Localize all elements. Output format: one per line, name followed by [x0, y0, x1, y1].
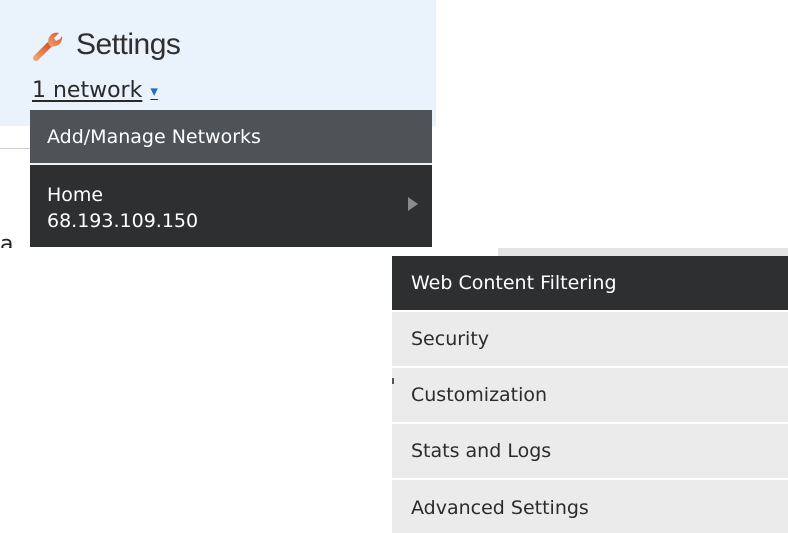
menu-item-stats-and-logs[interactable]: Stats and Logs [392, 424, 788, 480]
menu-item-advanced-settings[interactable]: Advanced Settings [392, 480, 788, 533]
chevron-down-icon[interactable]: ▾ [150, 82, 158, 100]
add-manage-networks-item[interactable]: Add/Manage Networks [30, 110, 432, 163]
network-selector-label[interactable]: 1 network [32, 78, 142, 103]
chevron-right-icon [408, 197, 418, 211]
wrench-icon [33, 32, 63, 61]
divider [0, 148, 30, 149]
network-dropdown: Add/Manage Networks Home 68.193.109.150 [30, 110, 432, 247]
settings-title: Settings [76, 28, 181, 61]
menu-item-customization[interactable]: Customization [392, 368, 788, 424]
obscured-text: a [0, 232, 14, 248]
network-name: Home [47, 184, 104, 206]
network-ip: 68.193.109.150 [47, 210, 199, 232]
menu-item-security[interactable]: Security [392, 312, 788, 368]
network-item-home[interactable]: Home 68.193.109.150 [30, 165, 432, 247]
network-selector[interactable]: 1 network ▾ [32, 78, 158, 103]
menu-item-web-content-filtering[interactable]: Web Content Filtering [392, 256, 788, 312]
settings-header: Settings 1 network ▾ [0, 0, 436, 126]
page-title: Settings [32, 28, 181, 62]
edge-mark [392, 378, 394, 384]
settings-side-menu: Web Content Filtering Security Customiza… [392, 256, 788, 533]
